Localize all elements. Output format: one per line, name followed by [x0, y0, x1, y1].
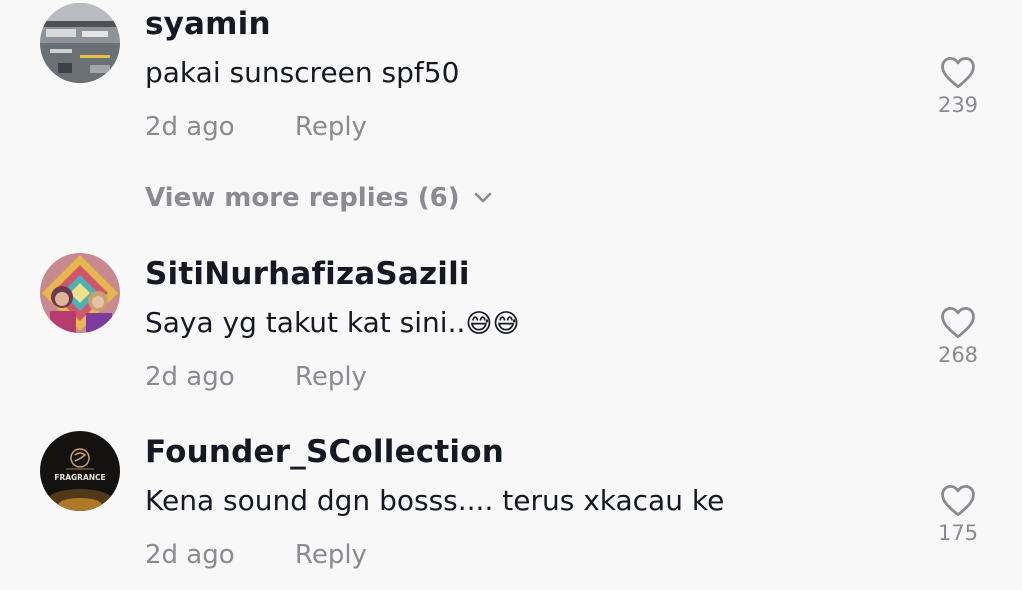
heart-outline-icon: [941, 57, 975, 89]
comment-text-body: Saya yg takut kat sini..: [145, 306, 466, 339]
heart-outline-icon: [941, 485, 975, 517]
comment-username[interactable]: SitiNurhafizaSazili: [145, 256, 470, 292]
comment-meta: 2d ago Reply: [145, 362, 367, 392]
avatar-photo-image: [40, 253, 120, 333]
comment-time: 2d ago: [145, 112, 235, 142]
reply-button[interactable]: Reply: [295, 362, 367, 392]
view-more-replies-label: View more replies (6): [145, 183, 460, 213]
avatar[interactable]: [40, 3, 120, 83]
comment-text: Saya yg takut kat sini..😅😅: [145, 306, 520, 339]
reply-button[interactable]: Reply: [295, 540, 367, 570]
avatar-brand-logo: FRAGRANCE: [40, 431, 120, 511]
comment-text: Kena sound dgn bosss.... terus xkacau ke: [145, 484, 725, 517]
reply-button[interactable]: Reply: [295, 112, 367, 142]
view-more-replies-button[interactable]: View more replies (6): [145, 183, 492, 213]
avatar-logo-text: FRAGRANCE: [54, 473, 105, 482]
comment-time: 2d ago: [145, 362, 235, 392]
like-count: 175: [937, 521, 979, 545]
comment-text: pakai sunscreen spf50: [145, 56, 460, 89]
comment-meta: 2d ago Reply: [145, 540, 367, 570]
like-button[interactable]: 268: [930, 305, 986, 367]
heart-outline-icon: [941, 307, 975, 339]
avatar-airport-image: [40, 3, 120, 83]
avatar[interactable]: [40, 253, 120, 333]
avatar[interactable]: FRAGRANCE: [40, 431, 120, 511]
like-button[interactable]: 175: [930, 483, 986, 545]
comment-emoji: 😅😅: [465, 309, 520, 339]
comment-username[interactable]: Founder_SCollection: [145, 434, 504, 470]
like-count: 239: [937, 93, 979, 117]
comment-meta: 2d ago Reply: [145, 112, 367, 142]
comment-time: 2d ago: [145, 540, 235, 570]
chevron-down-icon: [474, 192, 491, 203]
like-button[interactable]: 239: [930, 55, 986, 117]
like-count: 268: [937, 343, 979, 367]
comment-list: syamin pakai sunscreen spf50 2d ago Repl…: [0, 0, 1022, 590]
comment-username[interactable]: syamin: [145, 6, 271, 42]
